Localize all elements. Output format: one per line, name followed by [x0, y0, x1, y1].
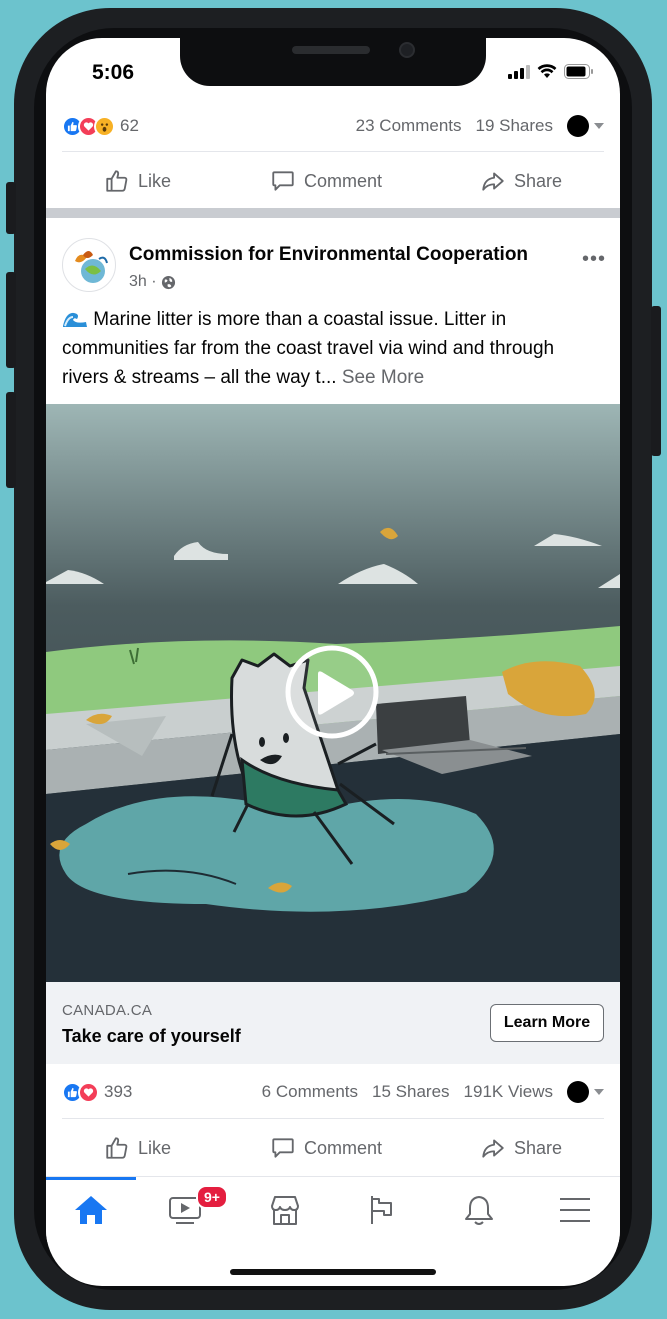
chevron-down-icon[interactable] [594, 1089, 604, 1095]
love-reaction-icon [78, 1081, 99, 1103]
divider [62, 151, 604, 152]
globe-icon [161, 275, 175, 289]
post-header: Commission for Environmental Cooperation… [46, 218, 620, 418]
nav-marketplace[interactable] [240, 1177, 330, 1243]
prev-post-stats: 62 23 Comments 19 Shares [46, 104, 620, 148]
comment-icon [272, 171, 294, 191]
reaction-count: 393 [104, 1082, 133, 1101]
shares-count[interactable]: 19 Shares [476, 116, 554, 136]
reaction-summary[interactable]: 62 [62, 115, 139, 137]
battery-icon [564, 64, 593, 79]
share-label: Share [514, 1137, 563, 1158]
pages-flag-icon [371, 1196, 392, 1224]
comment-button[interactable]: Comment [270, 1135, 382, 1161]
marketplace-icon [271, 1196, 299, 1225]
comment-button[interactable]: Comment [270, 168, 382, 194]
volume-up-button [6, 272, 16, 368]
share-button[interactable]: Share [480, 1135, 562, 1161]
profile-avatar[interactable] [567, 115, 589, 137]
post-timestamp[interactable]: 3h · [129, 273, 176, 291]
comments-count[interactable]: 6 Comments [262, 1082, 358, 1102]
engagement-counts: 23 Comments 19 Shares [356, 115, 604, 137]
thumbs-up-icon [106, 1137, 128, 1159]
reaction-summary[interactable]: 393 [62, 1081, 133, 1103]
wave-emoji-icon [63, 312, 87, 327]
post-text: Marine litter is more than a coastal iss… [62, 305, 602, 392]
more-options-icon[interactable]: ••• [582, 248, 606, 271]
mute-switch [6, 182, 16, 234]
cellular-signal-icon [508, 64, 530, 79]
share-arrow-icon [482, 172, 504, 191]
feed-separator [46, 208, 620, 218]
like-label: Like [138, 170, 172, 191]
wow-reaction-icon [94, 115, 115, 137]
bottom-nav: 9+ [46, 1176, 620, 1242]
front-camera [399, 42, 415, 58]
post-body: Marine litter is more than a coastal iss… [62, 309, 555, 388]
comments-count[interactable]: 23 Comments [356, 116, 462, 136]
share-button[interactable]: Share [480, 168, 562, 194]
video-player[interactable] [46, 404, 620, 982]
speaker [292, 46, 370, 54]
see-more-link[interactable]: See More [342, 367, 424, 388]
share-label: Share [514, 170, 563, 191]
post-actions: Like Comment Share [46, 1120, 620, 1176]
share-arrow-icon [482, 1139, 504, 1158]
comment-label: Comment [304, 1137, 383, 1158]
nav-pages[interactable] [336, 1177, 426, 1243]
page-name[interactable]: Commission for Environmental Cooperation [129, 244, 528, 266]
link-domain: CANADA.CA [62, 1002, 153, 1019]
cec-logo-icon [75, 251, 108, 283]
power-button [651, 306, 661, 456]
nav-menu[interactable] [530, 1177, 620, 1243]
notification-badge: 9+ [196, 1185, 228, 1209]
comment-icon [272, 1138, 294, 1158]
post-time-text: 3h · [129, 273, 157, 290]
active-tab-indicator [46, 1177, 136, 1180]
reaction-count: 62 [120, 116, 139, 135]
thumbs-up-icon [106, 170, 128, 192]
chevron-down-icon[interactable] [594, 123, 604, 129]
divider [62, 1118, 604, 1119]
like-label: Like [138, 1137, 172, 1158]
learn-more-button[interactable]: Learn More [490, 1004, 604, 1042]
prev-post-actions: Like Comment Share [46, 153, 620, 209]
bell-icon [465, 1196, 493, 1225]
wifi-icon [537, 64, 557, 78]
like-button[interactable]: Like [104, 1135, 171, 1161]
post-stats: 393 6 Comments 15 Shares 191K Views [46, 1070, 620, 1114]
menu-icon [560, 1198, 590, 1222]
status-time: 5:06 [92, 61, 135, 84]
page-avatar[interactable] [62, 238, 116, 292]
shares-count[interactable]: 15 Shares [372, 1082, 450, 1102]
profile-avatar[interactable] [567, 1081, 589, 1103]
nav-notifications[interactable] [434, 1177, 524, 1243]
status-icons [508, 64, 594, 79]
volume-down-button [6, 392, 16, 488]
views-count: 191K Views [463, 1082, 553, 1101]
nav-home[interactable] [46, 1177, 136, 1243]
home-indicator[interactable] [230, 1269, 436, 1275]
engagement-counts: 6 Comments 15 Shares 191K Views [262, 1081, 604, 1103]
link-preview[interactable]: CANADA.CA Take care of yourself Learn Mo… [46, 982, 620, 1064]
home-icon [75, 1196, 107, 1224]
nav-watch[interactable]: 9+ [140, 1177, 230, 1243]
phone-screen: 5:06 62 23 Comments 19 Shares Like Comme… [46, 38, 620, 1286]
play-icon[interactable] [314, 670, 356, 716]
like-button[interactable]: Like [104, 168, 171, 194]
comment-label: Comment [304, 170, 383, 191]
notch [180, 38, 486, 86]
link-title: Take care of yourself [62, 1026, 241, 1046]
